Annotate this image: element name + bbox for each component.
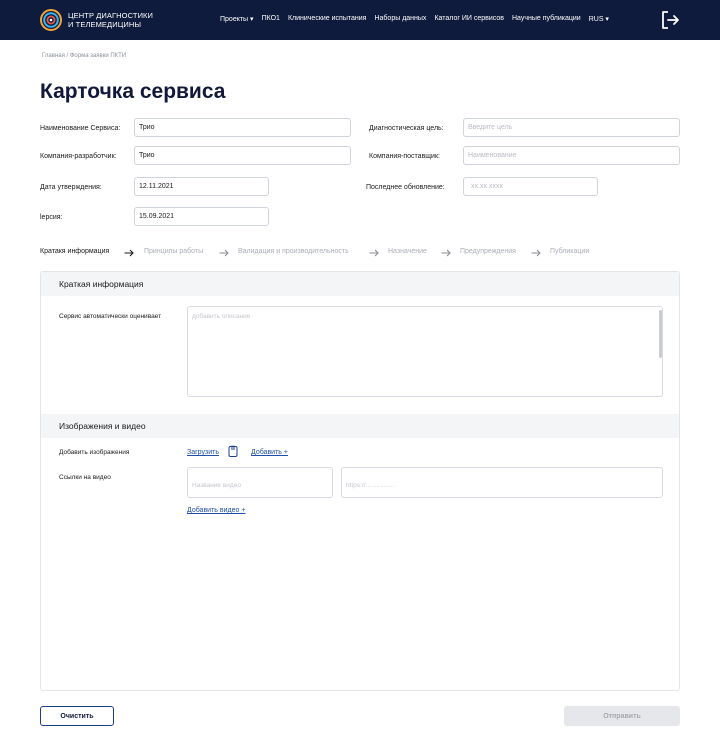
brand-name: ЦЕНТР ДИАГНОСТИКИ И ТЕЛЕМЕДИЦИНЫ — [68, 11, 153, 29]
arrow-right-icon — [441, 249, 451, 257]
logo-rings-icon[interactable] — [40, 9, 62, 31]
auto-eval-textarea[interactable] — [187, 306, 663, 397]
nav-ai-catalog[interactable]: Каталог ИИ сервисов — [434, 15, 504, 23]
video-name-field[interactable] — [187, 467, 333, 498]
video-url-field[interactable] — [341, 467, 663, 498]
arrow-right-icon — [124, 249, 134, 257]
last-update-label: Последнее обновление: — [366, 184, 445, 191]
version-field[interactable] — [134, 207, 269, 226]
step-validation[interactable]: Валидация и производительность — [238, 248, 349, 255]
step-principles[interactable]: Принципы работы — [144, 248, 203, 255]
add-image-link[interactable]: Добавить + — [251, 449, 288, 456]
main-nav: Проекты ▾ ПКО1 Клинические испытания Наб… — [220, 15, 609, 23]
step-warnings[interactable]: Предупреждения — [460, 248, 516, 255]
add-video-link[interactable]: Добавить видео + — [187, 507, 245, 514]
version-label: lерсия: — [40, 214, 63, 221]
step-brief-info[interactable]: Кратакя информация — [40, 248, 109, 255]
step-publications[interactable]: Публикации — [550, 248, 589, 255]
top-header: ЦЕНТР ДИАГНОСТИКИ И ТЕЛЕМЕДИЦИНЫ Проекты… — [0, 0, 720, 40]
logout-icon[interactable] — [660, 10, 680, 30]
diag-goal-label: Диагностическая цель: — [369, 125, 444, 132]
service-name-label: Наименование Сервиса: — [40, 125, 121, 132]
last-update-field[interactable] — [463, 177, 598, 196]
service-name-field[interactable] — [134, 118, 351, 137]
nav-projects[interactable]: Проекты ▾ — [220, 15, 254, 23]
brief-section-header: Краткая информация — [41, 272, 679, 296]
supplier-field[interactable] — [463, 146, 680, 165]
approval-date-field[interactable] — [134, 177, 269, 196]
media-section-header: Изображения и видео — [41, 414, 679, 438]
supplier-label: Компания-поставщик: — [369, 153, 440, 160]
developer-label: Компания-разработчик: — [40, 153, 117, 160]
textarea-scrollbar[interactable] — [659, 310, 662, 358]
language-selector[interactable]: RUS ▾ — [589, 15, 609, 23]
content-panel: Краткая информация Сервис автоматически … — [40, 271, 680, 691]
clear-button[interactable]: Очистить — [40, 706, 114, 726]
page-title: Карточка сервиса — [40, 80, 226, 103]
step-purpose[interactable]: Назначение — [388, 248, 427, 255]
brand-line-2: И ТЕЛЕМЕДИЦИНЫ — [68, 20, 142, 29]
arrow-right-icon — [219, 249, 229, 257]
breadcrumb[interactable]: Главная / Форма заявки ПКТИ — [42, 53, 126, 59]
add-images-label: Добавить изображения — [59, 449, 130, 456]
upload-link[interactable]: Загрузить — [187, 449, 219, 456]
media-section-title: Изображения и видео — [59, 421, 146, 431]
approval-date-label: Дата утверждения: — [40, 184, 102, 191]
diag-goal-field[interactable] — [463, 118, 680, 137]
arrow-right-icon — [531, 249, 541, 257]
nav-datasets[interactable]: Наборы данных — [374, 15, 426, 23]
auto-eval-label: Сервис автоматически оценивает — [59, 313, 162, 320]
developer-field[interactable] — [134, 146, 351, 165]
video-links-label: Ссылки на видео — [59, 474, 111, 481]
nav-clinical-trials[interactable]: Клинические испытания — [288, 15, 367, 23]
send-button[interactable]: Отправить — [564, 706, 680, 726]
upload-clip-icon[interactable] — [228, 445, 238, 457]
brand-line-1: ЦЕНТР ДИАГНОСТИКИ — [68, 11, 154, 20]
brief-section-title: Краткая информация — [59, 279, 144, 289]
nav-pko1[interactable]: ПКО1 — [262, 15, 280, 23]
nav-publications[interactable]: Научные публикации — [512, 15, 581, 23]
arrow-right-icon — [369, 249, 379, 257]
